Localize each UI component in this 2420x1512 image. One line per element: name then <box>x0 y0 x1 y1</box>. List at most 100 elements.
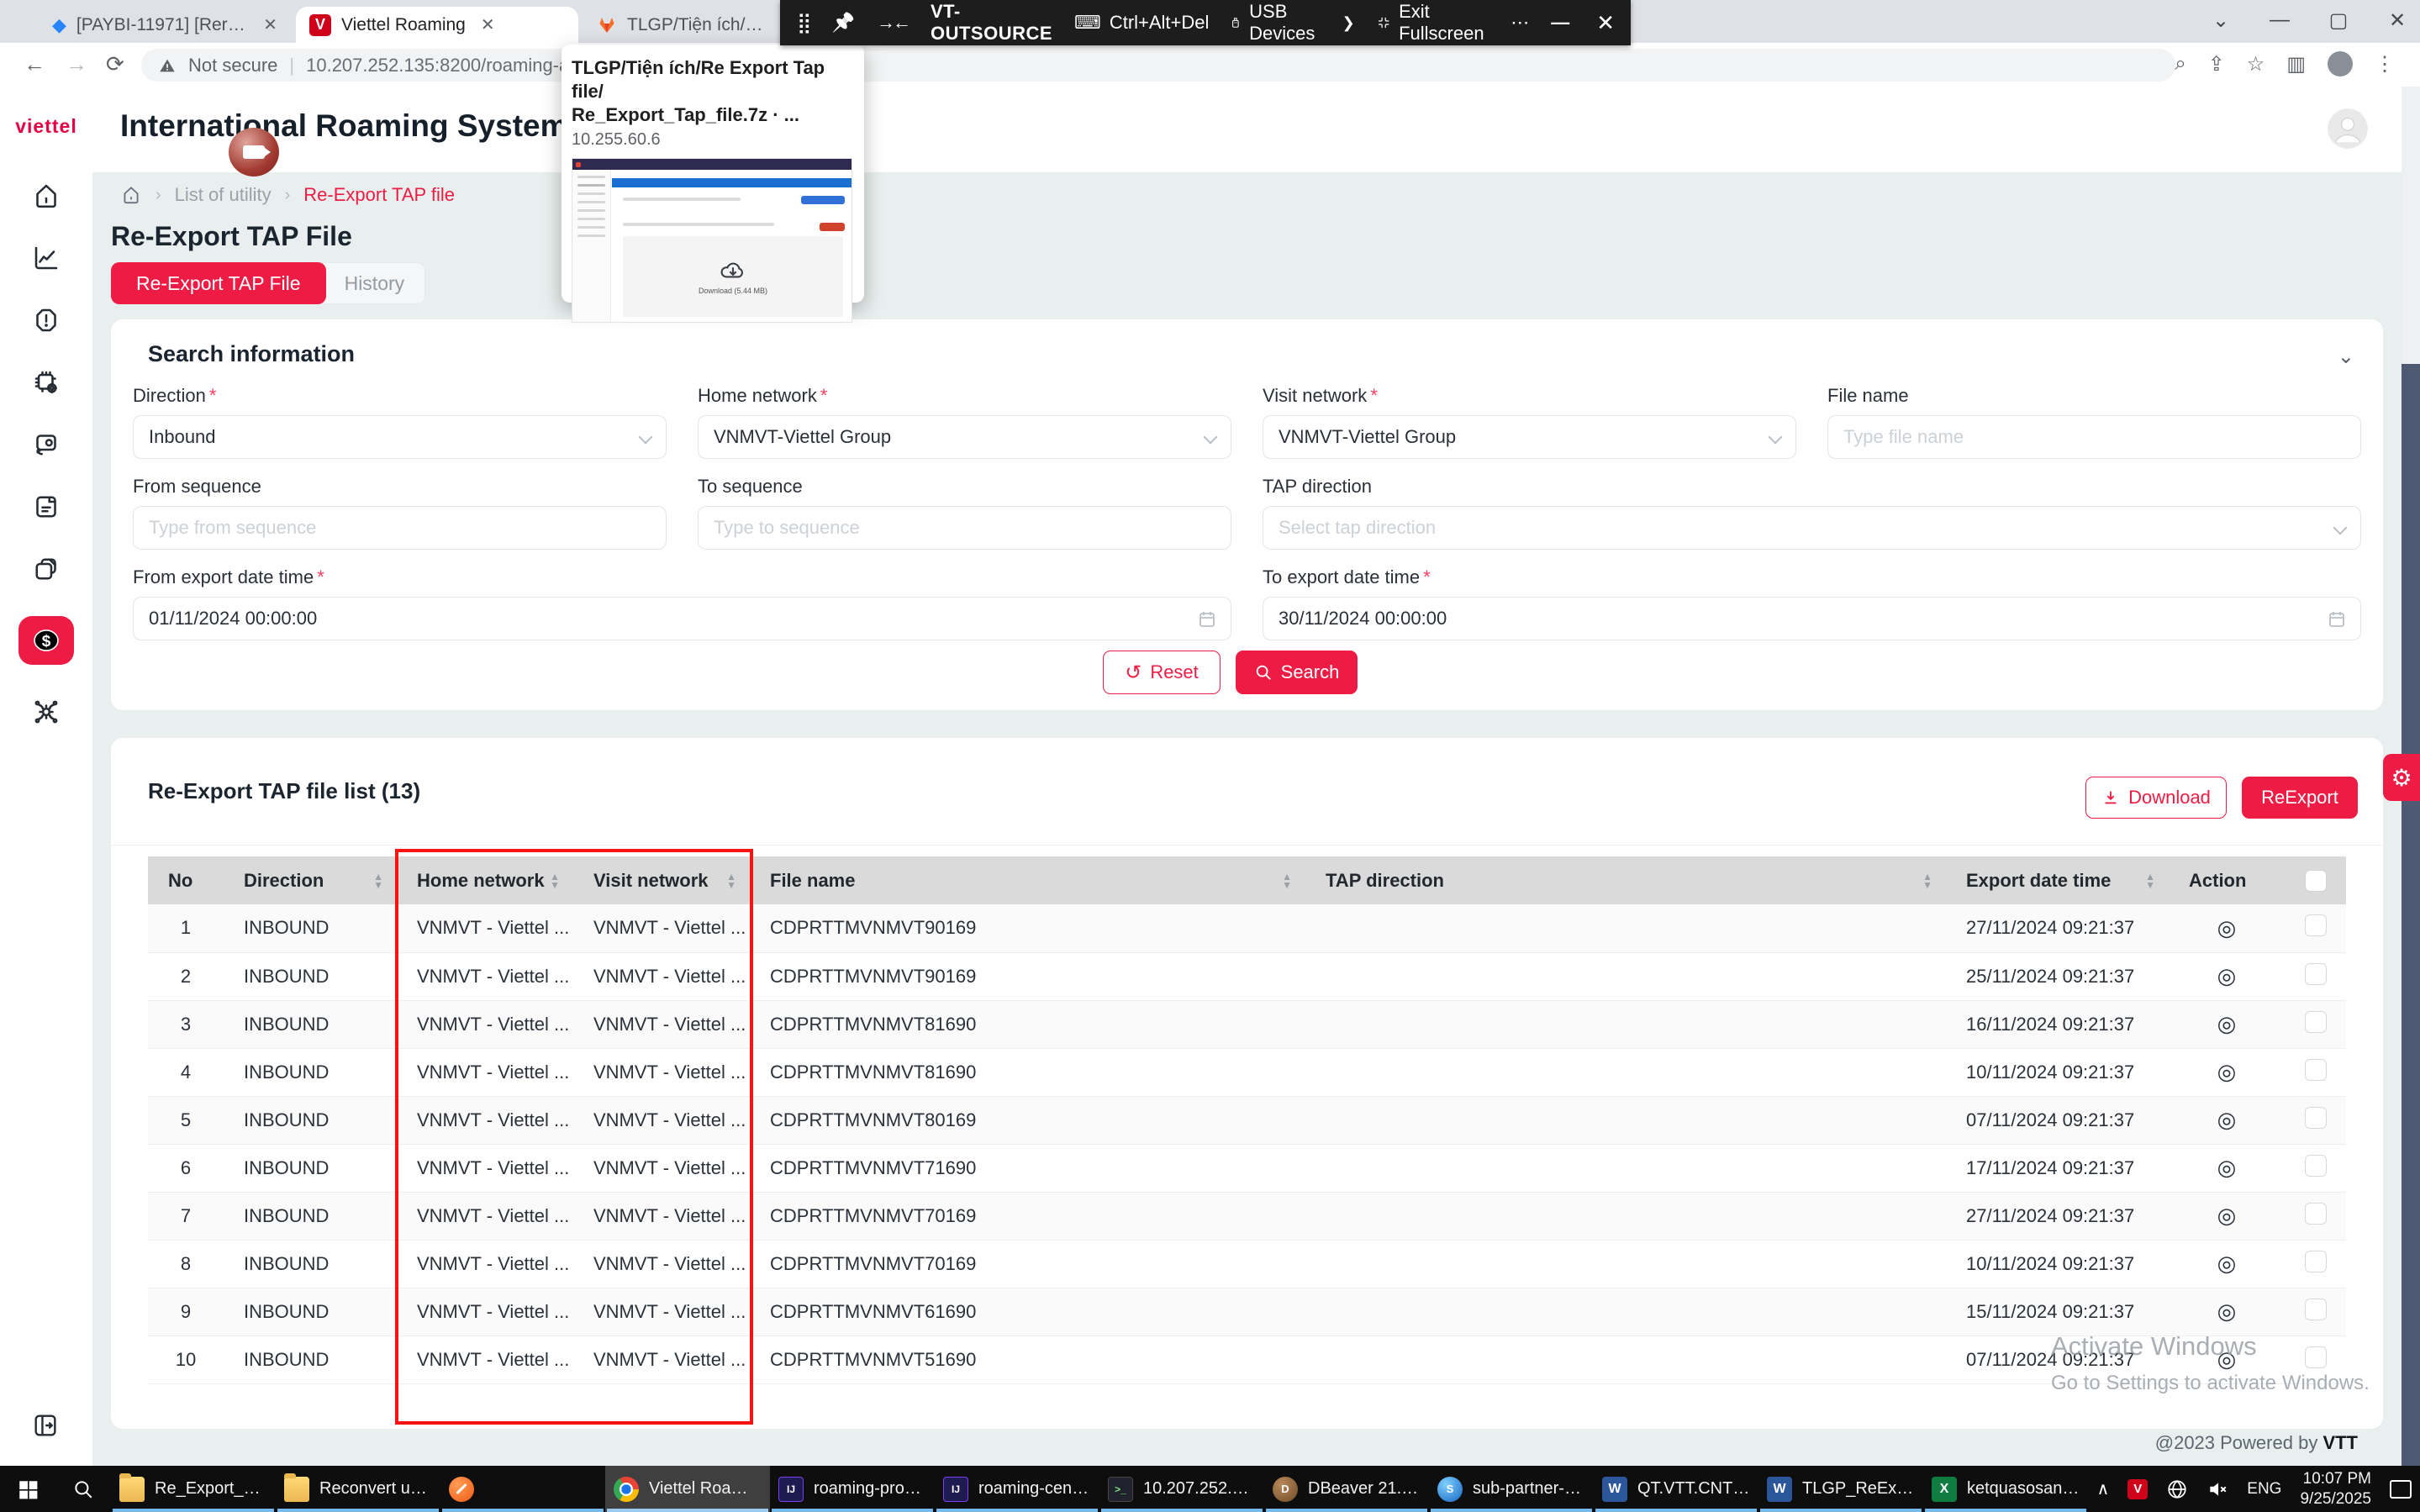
taskbar-item[interactable]: W QT.VTT.CNTT.01... <box>1594 1466 1758 1512</box>
tab-reexport-tap-file[interactable]: Re-Export TAP File <box>111 262 326 304</box>
finance-icon[interactable]: $ <box>18 616 74 665</box>
view-icon[interactable]: ◎ <box>2217 963 2237 988</box>
volume-muted-icon[interactable] <box>2206 1478 2228 1500</box>
camera-bubble-icon[interactable] <box>229 128 279 176</box>
taskbar-item[interactable]: IJ roaming-center ... <box>935 1466 1099 1512</box>
visit-network-select[interactable]: VNMVT-Viettel Group <box>1263 415 1796 459</box>
taskbar-item[interactable]: S sub-partner-for... <box>1429 1466 1594 1512</box>
taskbar-item[interactable]: Viettel Roaming ... <box>605 1466 770 1512</box>
row-checkbox[interactable] <box>2305 914 2327 936</box>
profile-avatar[interactable] <box>2328 51 2353 76</box>
view-icon[interactable]: ◎ <box>2217 1011 2237 1036</box>
sort-icon[interactable]: ▲ ▼ <box>1282 872 1292 889</box>
viettel-tray-icon[interactable]: V <box>2127 1479 2148 1499</box>
breadcrumb-list-of-utility[interactable]: List of utility <box>175 184 272 206</box>
network-icon[interactable] <box>31 697 61 727</box>
tap-direction-select[interactable]: Select tap direction <box>1263 506 2361 550</box>
row-checkbox[interactable] <box>2305 1203 2327 1225</box>
column-header[interactable]: Direction ▲ ▼ <box>224 856 397 904</box>
direction-select[interactable]: Inbound <box>133 415 667 459</box>
usb-devices-button[interactable]: USB Devices <box>1231 1 1320 45</box>
chart-icon[interactable] <box>31 243 61 273</box>
select-all-checkbox[interactable] <box>2305 870 2327 892</box>
pin-icon[interactable]: 📌 <box>832 12 855 34</box>
drag-handle-icon[interactable]: ⣿ <box>797 11 810 35</box>
row-checkbox[interactable] <box>2305 1059 2327 1081</box>
row-checkbox[interactable] <box>2305 1251 2327 1272</box>
sort-icon[interactable]: ▲ ▼ <box>1922 872 1932 889</box>
zoom-icon[interactable]: ⌕ <box>2175 52 2185 76</box>
taskbar-item[interactable]: >_ 10.207.252.126 ([... <box>1099 1466 1264 1512</box>
clock[interactable]: 10:07 PM9/25/2025 <box>2300 1469 2371 1509</box>
view-icon[interactable]: ◎ <box>2217 915 2237 940</box>
user-avatar[interactable] <box>2326 107 2370 155</box>
file-name-input[interactable] <box>1843 426 2345 448</box>
tab-search-icon[interactable]: ⌄ <box>2208 8 2233 33</box>
start-button[interactable] <box>0 1466 55 1512</box>
home-icon[interactable] <box>31 181 61 211</box>
files-icon[interactable] <box>31 554 61 584</box>
view-icon[interactable]: ◎ <box>2217 1251 2237 1276</box>
reload-icon[interactable]: ⟳ <box>106 51 124 77</box>
address-bar[interactable]: Not secure | 10.207.252.135:8200/roaming… <box>141 49 2175 82</box>
taskbar-search-button[interactable] <box>55 1466 111 1512</box>
network-globe-icon[interactable] <box>2166 1478 2188 1500</box>
row-checkbox[interactable] <box>2305 1299 2327 1320</box>
settings-flyout-button[interactable]: ⚙ <box>2383 754 2420 801</box>
taskbar-item[interactable]: Re_Export_Tap_file <box>111 1466 276 1512</box>
from-sequence-input[interactable] <box>149 517 651 539</box>
close-icon[interactable]: ✕ <box>2385 8 2410 33</box>
row-checkbox[interactable] <box>2305 1155 2327 1177</box>
tray-expand-icon[interactable]: ∧ <box>2097 1478 2110 1499</box>
tab-jira[interactable]: ◆ [PAYBI-11971] [Rerating][Tìm kiế ✕ <box>39 7 291 43</box>
scrollbar-thumb[interactable] <box>2402 364 2420 1512</box>
from-export-datetime[interactable]: 01/11/2024 00:00:00 <box>133 597 1231 640</box>
sort-icon[interactable]: ▲ ▼ <box>373 872 383 889</box>
view-icon[interactable]: ◎ <box>2217 1107 2237 1132</box>
reset-button[interactable]: ↺ Reset <box>1103 651 1221 694</box>
tab-history[interactable]: History <box>319 262 426 304</box>
row-checkbox[interactable] <box>2305 1011 2327 1033</box>
collapse-arrows-icon[interactable]: →← <box>877 12 909 34</box>
to-sequence-input[interactable] <box>714 517 1215 539</box>
view-icon[interactable]: ◎ <box>2217 1155 2237 1180</box>
column-header[interactable]: Export date time ▲ ▼ <box>1946 856 2169 904</box>
bookmark-icon[interactable]: ☆ <box>2247 52 2265 76</box>
home-network-select[interactable]: VNMVT-Viettel Group <box>698 415 1231 459</box>
language-indicator[interactable]: ENG <box>2247 1480 2281 1499</box>
sort-icon[interactable]: ▲ ▼ <box>550 872 560 889</box>
column-header[interactable]: Visit network ▲ ▼ <box>573 856 750 904</box>
ctrl-alt-del-button[interactable]: ⌨ Ctrl+Alt+Del <box>1074 12 1209 34</box>
taskbar-item[interactable]: W TLGP_ReExport_T... <box>1758 1466 1923 1512</box>
close-icon[interactable]: ✕ <box>481 14 495 35</box>
sort-icon[interactable]: ▲ ▼ <box>2145 872 2155 889</box>
sort-icon[interactable]: ▲ ▼ <box>726 872 736 889</box>
document-icon[interactable] <box>31 492 61 522</box>
row-checkbox[interactable] <box>2305 963 2327 985</box>
close-icon[interactable]: ✕ <box>263 14 277 35</box>
tab-viettel-roaming[interactable]: V Viettel Roaming ✕ <box>296 7 578 43</box>
taskbar-item[interactable] <box>440 1466 605 1512</box>
forward-icon[interactable]: → <box>66 51 87 77</box>
chevron-right-icon[interactable]: ❯ <box>1342 14 1355 32</box>
row-checkbox[interactable] <box>2305 1107 2327 1129</box>
chevron-up-icon[interactable]: ⌄ <box>2338 345 2354 369</box>
more-icon[interactable]: ⋯ <box>1511 12 1529 34</box>
download-popup[interactable]: TLGP/Tiện ích/Re Export Tap file/ Re_Exp… <box>562 45 864 303</box>
close-icon[interactable]: ✕ <box>1596 10 1615 36</box>
download-button[interactable]: Download <box>2085 777 2227 819</box>
column-header[interactable]: No ▲ ▼ <box>148 856 224 904</box>
column-header[interactable]: Home network ▲ ▼ <box>397 856 573 904</box>
column-header[interactable]: Action ▲ ▼ <box>2169 856 2285 904</box>
back-icon[interactable]: ← <box>24 51 45 77</box>
sidebar-collapse-icon[interactable] <box>31 1411 60 1444</box>
view-icon[interactable]: ◎ <box>2217 1203 2237 1228</box>
side-panel-icon[interactable]: ▥ <box>2286 52 2306 76</box>
maximize-icon[interactable]: ▢ <box>2326 8 2351 33</box>
exit-fullscreen-button[interactable]: Exit Fullscreen <box>1377 1 1489 45</box>
alert-icon[interactable] <box>31 305 61 335</box>
chip-icon[interactable] <box>31 367 61 398</box>
taskbar-item[interactable]: IJ roaming-process ... <box>770 1466 935 1512</box>
menu-icon[interactable]: ⋮ <box>2375 52 2395 76</box>
column-header[interactable]: TAP direction ▲ ▼ <box>1305 856 1946 904</box>
